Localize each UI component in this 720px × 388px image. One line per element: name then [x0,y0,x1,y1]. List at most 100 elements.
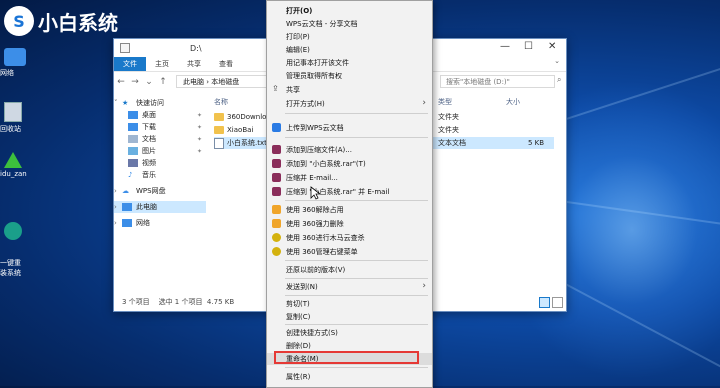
winrar-icon [272,159,281,168]
sidebar-item-downloads[interactable]: 下载 ✦ [114,121,206,133]
logo-text: 小白系统 [38,10,118,35]
desktop-icon-network[interactable]: 网络 [0,48,36,78]
recycle-bin-icon [4,102,22,122]
menu-item-properties[interactable]: 属性(R) [267,371,432,383]
desktop-icon-reinstall[interactable]: 一键重 装系统 [0,206,36,286]
menu-item-label: 用记事本打开该文件 [286,59,349,67]
sidebar-item-documents[interactable]: 文档 ✦ [114,133,206,145]
menu-item-label: 复制(C) [286,313,311,321]
forward-button[interactable]: → [128,77,142,87]
reinstall-icon [4,222,22,240]
menu-item-label: 压缩到 "小白系统.rar" 并 E-mail [286,188,390,196]
back-button[interactable]: ← [114,77,128,87]
menu-item-print[interactable]: 打印(P) [267,31,432,43]
menu-item-create-shortcut[interactable]: 创建快捷方式(S) [267,327,432,339]
column-header-name[interactable]: 名称 [214,97,228,107]
menu-item-edit[interactable]: 编辑(E) [267,44,432,56]
computer-icon [122,203,132,211]
folder-icon [214,113,224,121]
menu-separator [285,113,428,114]
menu-item-label: 发送到(N) [286,283,318,291]
menu-item-add-archive[interactable]: 添加到压缩文件(A)... [267,144,432,156]
status-text: 3 个项目 选中 1 个项目 4.75 KB [122,298,235,306]
menu-item-take-ownership[interactable]: 管理员取得所有权 [267,70,432,82]
menu-item-open[interactable]: 打开(O) [267,5,432,17]
menu-item-label: 打印(P) [286,33,310,41]
menu-item-360-menu-manage[interactable]: 使用 360管理右键菜单 [267,246,432,258]
window-icon [120,43,130,53]
menu-item-360-shred[interactable]: 使用 360强力删除 [267,218,432,230]
up-button[interactable]: ↑ [156,77,170,87]
tab-view[interactable]: 查看 [210,57,242,71]
360-manage-icon [272,247,281,256]
menu-item-wps-share[interactable]: WPS云文档 - 分享文档 [267,18,432,30]
sidebar-item-network[interactable]: › 网络 [114,217,206,229]
menu-item-label: 属性(R) [286,373,311,381]
menu-item-label: 使用 360管理右键菜单 [286,248,358,256]
column-header-size[interactable]: 大小 [506,97,520,107]
winrar-icon [272,145,281,154]
sidebar-item-pictures[interactable]: 图片 ✦ [114,145,206,157]
menu-item-send-to[interactable]: 发送到(N) › [267,281,432,293]
menu-item-cut[interactable]: 剪切(T) [267,298,432,310]
sidebar-item-label: 网络 [136,219,150,227]
menu-item-label: 压缩并 E-mail... [286,174,338,182]
file-name: 360Downlo [227,113,267,121]
menu-item-compress-email[interactable]: 压缩并 E-mail... [267,172,432,184]
sidebar-item-desktop[interactable]: 桌面 ✦ [114,109,206,121]
column-header-type[interactable]: 类型 [438,97,452,107]
navigation-pane: ˅ ★ 快速访问 桌面 ✦ 下载 ✦ 文档 ✦ 图片 ✦ 视频 ♪ 音乐 › ☁ WPS网盘 › 此… [114,97,206,293]
menu-item-360-unlock[interactable]: 使用 360解除占用 [267,204,432,216]
file-type: 文件夹 [438,113,459,121]
pin-icon: ✦ [196,147,202,155]
menu-item-upload-wps[interactable]: 上传到WPS云文档 [267,122,432,134]
sidebar-item-wps-drive[interactable]: › ☁ WPS网盘 [114,185,206,197]
desktop-folder-icon [128,111,138,119]
desktop-icon-label: 网络 [0,69,14,77]
file-name: XiaoBai [227,126,254,134]
menu-separator [285,137,428,138]
submenu-arrow-icon: › [422,98,426,108]
close-button[interactable]: ✕ [548,41,556,52]
tab-share[interactable]: 共享 [178,57,210,71]
menu-item-copy[interactable]: 复制(C) [267,311,432,323]
sidebar-item-quick-access[interactable]: ˅ ★ 快速访问 [114,97,206,109]
download-icon [128,123,138,131]
details-view-icon[interactable] [539,297,550,308]
menu-item-360-scan[interactable]: 使用 360进行木马云查杀 [267,232,432,244]
menu-separator [285,295,428,296]
sidebar-item-music[interactable]: ♪ 音乐 [114,169,206,181]
file-type: 文件夹 [438,126,459,134]
menu-item-label: 使用 360进行木马云查杀 [286,234,365,242]
wps-cloud-icon [272,123,281,132]
desktop-icon-label: idu_zan [0,170,27,178]
winrar-icon [272,173,281,182]
menu-item-label: WPS云文档 - 分享文档 [286,20,358,28]
arrow-up-icon [4,152,22,168]
large-icons-view-icon[interactable] [552,297,563,308]
desktop-icon-idu-zan[interactable]: idu_zan [0,152,36,178]
tab-home[interactable]: 主页 [146,57,178,71]
sidebar-item-videos[interactable]: 视频 [114,157,206,169]
search-input[interactable]: 搜索"本地磁盘 (D:)" [440,75,555,88]
ribbon-expand-icon[interactable]: ⌄ [554,57,560,71]
sidebar-item-label: WPS网盘 [136,187,166,195]
360-unlock-icon [272,205,281,214]
network-icon [122,219,132,227]
menu-item-compress-rar-email[interactable]: 压缩到 "小白系统.rar" 并 E-mail [267,186,432,198]
tab-file[interactable]: 文件 [114,57,146,71]
recent-dropdown-icon[interactable]: ⌄ [142,77,156,87]
menu-item-label: 打开(O) [286,7,313,15]
breadcrumb-this-pc[interactable]: 此电脑 [183,78,204,86]
maximize-button[interactable]: ☐ [524,41,533,52]
minimize-button[interactable]: — [500,41,510,52]
menu-item-share[interactable]: ⇪ 共享 [267,84,432,96]
menu-item-restore-previous[interactable]: 还原以前的版本(V) [267,264,432,276]
menu-item-open-notepad[interactable]: 用记事本打开该文件 [267,57,432,69]
sidebar-item-this-pc[interactable]: › 此电脑 [114,201,206,213]
mouse-cursor-icon [310,186,320,200]
menu-item-add-to-rar[interactable]: 添加到 "小白系统.rar"(T) [267,158,432,170]
menu-item-open-with[interactable]: 打开方式(H) › [267,98,432,110]
breadcrumb-local-disk[interactable]: 本地磁盘 [211,78,239,86]
desktop-icon-recycle-bin[interactable]: 回收站 [0,102,36,134]
